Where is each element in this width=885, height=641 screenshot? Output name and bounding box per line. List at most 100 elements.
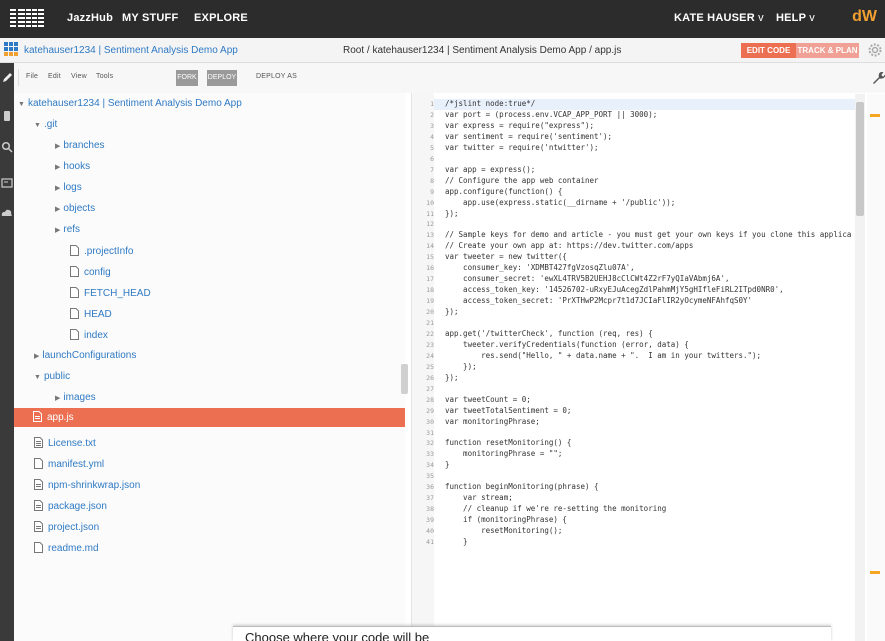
tree-label: project.json bbox=[48, 522, 100, 533]
code-line: // Configure the app web container bbox=[445, 175, 599, 185]
deploy-button[interactable]: DEPLOY bbox=[207, 70, 237, 86]
project-title-link[interactable]: katehauser1234 | Sentiment Analysis Demo… bbox=[24, 45, 238, 56]
tree-file-config[interactable]: config bbox=[70, 266, 111, 280]
code-line: app.use(express.static(__dirname + '/pub… bbox=[445, 197, 676, 207]
code-line: if (monitoringPhrase) { bbox=[445, 515, 567, 525]
code-line: }); bbox=[445, 372, 459, 382]
code-line: var monitoringPhrase; bbox=[445, 416, 540, 426]
tree-folder-public[interactable]: ▼ public bbox=[34, 371, 70, 382]
expand-triangle-icon[interactable]: ▶ bbox=[55, 205, 60, 213]
developerworks-logo[interactable]: dW bbox=[852, 8, 877, 26]
track-plan-button[interactable]: TRACK & PLAN bbox=[796, 43, 859, 58]
scrollbar-thumb[interactable] bbox=[856, 102, 864, 216]
tree-folder-objects[interactable]: ▶ objects bbox=[55, 203, 95, 214]
tree-file-index[interactable]: index bbox=[70, 329, 108, 343]
tree-file-appjs[interactable]: app.js bbox=[14, 408, 405, 427]
code-line: var tweeter = new twitter({ bbox=[445, 252, 567, 262]
expand-triangle-icon[interactable]: ▶ bbox=[55, 142, 60, 150]
cloud-deploy-icon[interactable] bbox=[1, 207, 13, 219]
nav-explore[interactable]: EXPLORE bbox=[194, 12, 248, 24]
deploy-as-button[interactable]: DEPLOY AS bbox=[256, 73, 297, 80]
expand-triangle-icon[interactable]: ▶ bbox=[55, 184, 60, 192]
tree-label: app.js bbox=[47, 412, 74, 423]
tree-folder-refs[interactable]: ▶ refs bbox=[55, 224, 80, 235]
tree-label: index bbox=[84, 330, 108, 341]
collapse-triangle-icon[interactable]: ▼ bbox=[18, 101, 25, 108]
menu-file[interactable]: File bbox=[26, 73, 38, 80]
terminal-icon[interactable] bbox=[1, 177, 13, 189]
tree-label: images bbox=[63, 392, 96, 403]
tree-folder-launchconfigurations[interactable]: ▶ launchConfigurations bbox=[34, 350, 136, 361]
code-line: }); bbox=[445, 208, 459, 218]
project-grid-icon bbox=[4, 42, 18, 56]
annotation-marker[interactable] bbox=[870, 571, 880, 574]
fork-button[interactable]: FORK bbox=[176, 70, 198, 86]
menu-tools[interactable]: Tools bbox=[96, 73, 113, 80]
tree-folder-branches[interactable]: ▶ branches bbox=[55, 140, 105, 151]
expand-triangle-icon[interactable]: ▶ bbox=[55, 163, 60, 171]
tree-label: .git bbox=[43, 119, 58, 130]
tree-file-readme[interactable]: readme.md bbox=[34, 542, 99, 556]
expand-triangle-icon[interactable]: ▶ bbox=[55, 394, 60, 402]
breadcrumb[interactable]: Root / katehauser1234 | Sentiment Analys… bbox=[343, 45, 621, 56]
help-menu[interactable]: HELP v bbox=[776, 12, 815, 24]
annotation-marker[interactable] bbox=[870, 114, 880, 117]
tree-label: public bbox=[43, 371, 71, 382]
editor-overview-ruler[interactable] bbox=[867, 94, 885, 641]
tree-file-license[interactable]: License.txt bbox=[34, 437, 96, 451]
tree-file-shrinkwrap[interactable]: npm-shrinkwrap.json bbox=[34, 479, 140, 493]
gear-icon[interactable] bbox=[868, 43, 882, 57]
edit-code-button[interactable]: EDIT CODE bbox=[741, 43, 796, 58]
code-editor[interactable]: 1 2 3 4 5 6 7 8 9 10 11 12 13 14 15 16 17 18 19 20 21 22 23 24 2… bbox=[411, 93, 885, 641]
file-icon bbox=[70, 329, 79, 343]
code-line: var sentiment = require('sentiment'); bbox=[445, 131, 613, 141]
tree-folder-logs[interactable]: ▶ logs bbox=[55, 182, 82, 193]
tree-file-fetch-head[interactable]: FETCH_HEAD bbox=[70, 287, 151, 301]
nav-my-stuff[interactable]: MY STUFF bbox=[122, 12, 178, 24]
collapse-triangle-icon[interactable]: ▼ bbox=[34, 374, 41, 381]
tree-folder-git[interactable]: ▼ .git bbox=[34, 119, 57, 130]
editor-vertical-scrollbar[interactable] bbox=[855, 94, 865, 641]
tree-file-project-json[interactable]: project.json bbox=[34, 521, 99, 535]
top-nav-bar: JazzHub MY STUFF EXPLORE KATE HAUSER v H… bbox=[0, 0, 885, 38]
pane-splitter-handle[interactable] bbox=[401, 364, 408, 394]
code-line: var twitter = require('ntwitter'); bbox=[445, 142, 599, 152]
brand-link[interactable]: JazzHub bbox=[67, 12, 113, 24]
tree-file-package[interactable]: package.json bbox=[34, 500, 107, 514]
tree-label: config bbox=[84, 267, 111, 278]
left-icon-rail bbox=[0, 63, 14, 641]
user-menu[interactable]: KATE HAUSER v bbox=[674, 12, 764, 24]
code-line: /*jslint node:true*/ bbox=[445, 99, 536, 108]
code-line: tweeter.verifyCredentials(function (erro… bbox=[445, 339, 689, 349]
code-line: var app = express(); bbox=[445, 164, 536, 174]
repository-icon[interactable] bbox=[1, 110, 13, 122]
file-icon bbox=[70, 266, 79, 280]
tree-file-manifest[interactable]: manifest.yml bbox=[34, 458, 104, 472]
code-line: consumer_key: 'XDMBT427fgVzosqZlu07A', bbox=[445, 263, 635, 273]
json-file-icon bbox=[34, 521, 43, 535]
ibm-logo[interactable] bbox=[10, 7, 44, 29]
expand-triangle-icon[interactable]: ▶ bbox=[34, 352, 39, 360]
tree-folder-images[interactable]: ▶ images bbox=[55, 392, 96, 403]
tree-label: objects bbox=[63, 203, 96, 214]
pencil-icon[interactable] bbox=[1, 72, 13, 84]
tree-file-head[interactable]: HEAD bbox=[70, 308, 112, 322]
file-icon bbox=[34, 458, 43, 472]
tree-label: .projectInfo bbox=[84, 246, 134, 257]
code-line: access_token_key: '14526702-uRxyEJuAcegZ… bbox=[445, 285, 784, 295]
code-line: var stream; bbox=[445, 493, 513, 503]
collapse-triangle-icon[interactable]: ▼ bbox=[34, 122, 41, 129]
wrench-icon[interactable] bbox=[871, 71, 885, 85]
help-label: HELP bbox=[776, 12, 806, 24]
user-name: KATE HAUSER bbox=[674, 12, 755, 24]
tree-file-projectinfo[interactable]: .projectInfo bbox=[70, 245, 133, 259]
tree-folder-hooks[interactable]: ▶ hooks bbox=[55, 161, 90, 172]
expand-triangle-icon[interactable]: ▶ bbox=[55, 226, 60, 234]
tree-node-root[interactable]: ▼ katehauser1234 | Sentiment Analysis Dem… bbox=[18, 98, 242, 109]
tree-label: launchConfigurations bbox=[42, 350, 137, 361]
menu-view[interactable]: View bbox=[71, 73, 87, 80]
menu-edit[interactable]: Edit bbox=[48, 73, 61, 80]
editor-toolbar: File Edit View Tools FORK DEPLOY DEPLOY … bbox=[14, 63, 885, 93]
search-icon[interactable] bbox=[1, 141, 13, 153]
tree-label: HEAD bbox=[84, 309, 112, 320]
